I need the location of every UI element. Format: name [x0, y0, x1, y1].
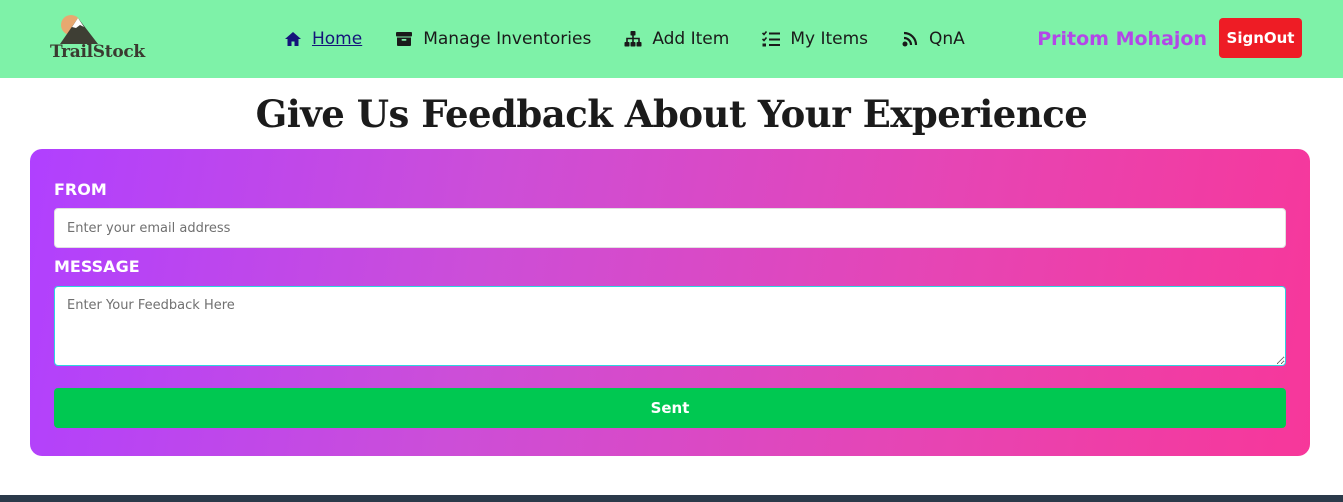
signout-button[interactable]: SignOut: [1219, 18, 1302, 58]
brand-name: TrailStock: [50, 42, 145, 62]
sitemap-icon: [623, 29, 643, 49]
navbar: TrailStock Home Manage Inventories Add I…: [0, 0, 1343, 78]
feedback-message-field[interactable]: [54, 286, 1286, 366]
page-title: Give Us Feedback About Your Experience: [255, 92, 1088, 136]
nav-qna[interactable]: QnA: [900, 29, 965, 49]
footer: [0, 495, 1343, 502]
nav-links: Home Manage Inventories Add Item My Item…: [283, 27, 997, 51]
brand-logo[interactable]: TrailStock: [50, 14, 145, 64]
message-label: MESSAGE: [54, 257, 140, 276]
email-field[interactable]: [54, 208, 1286, 248]
feedback-form: FROM MESSAGE Sent: [30, 149, 1310, 456]
nav-manage-inventories-label: Manage Inventories: [423, 29, 592, 49]
nav-my-items[interactable]: My Items: [761, 29, 868, 49]
broadcast-icon: [900, 29, 920, 49]
nav-qna-label: QnA: [929, 29, 965, 49]
nav-my-items-label: My Items: [790, 29, 869, 49]
sent-button[interactable]: Sent: [54, 388, 1286, 428]
nav-home[interactable]: Home: [283, 29, 362, 49]
mountain-logo-icon: [60, 15, 98, 44]
nav-home-label: Home: [312, 29, 363, 49]
from-label: FROM: [54, 180, 107, 199]
list-check-icon: [761, 29, 781, 49]
archive-icon: [394, 29, 414, 49]
home-icon: [283, 29, 303, 49]
nav-add-item[interactable]: Add Item: [623, 29, 729, 49]
nav-add-item-label: Add Item: [652, 29, 730, 49]
nav-manage-inventories[interactable]: Manage Inventories: [394, 29, 591, 49]
user-name: Pritom Mohajon: [1037, 28, 1207, 50]
